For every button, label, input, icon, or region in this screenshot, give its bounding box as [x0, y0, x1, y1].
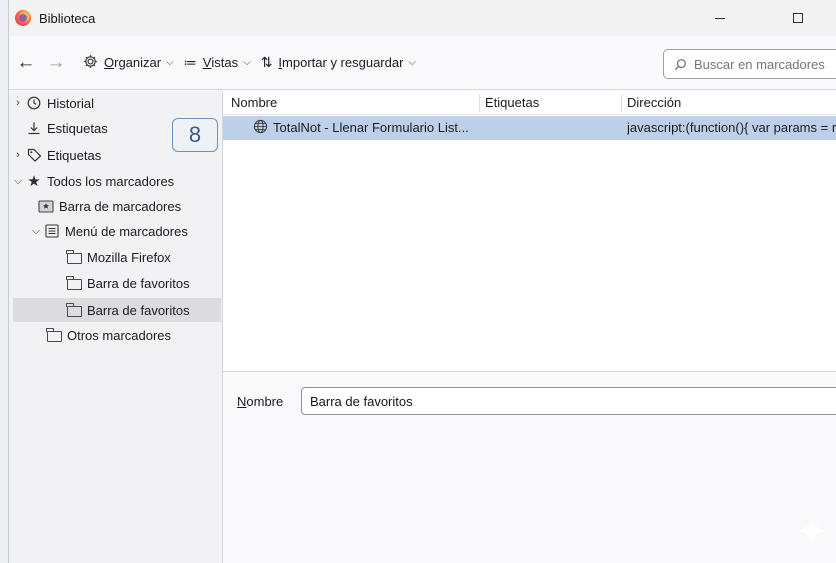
bookmark-name-cell: TotalNot - Llenar Formulario List... — [273, 120, 469, 135]
chevron-down-icon[interactable]: ⌵ — [11, 175, 25, 188]
sidebar-item-label: Menú de marcadores — [65, 223, 188, 239]
folder-icon — [45, 327, 63, 342]
organize-label: rganizar — [114, 55, 162, 70]
firefox-logo-icon — [15, 10, 31, 26]
views-label: istas — [211, 55, 239, 70]
sparkle-watermark-icon: ✦ — [795, 510, 829, 554]
step-number-badge: 8 — [172, 118, 218, 152]
name-label-text: ombre — [246, 394, 284, 409]
folder-icon — [65, 302, 83, 317]
import-export-icon: ⇅ — [260, 54, 273, 70]
sidebar-item-bookmarks-toolbar[interactable]: Barra de marcadores — [31, 194, 221, 218]
bookmarks-bar-icon — [37, 199, 55, 213]
chevron-down-icon: ⌵ — [166, 57, 174, 68]
sidebar-item-label: Historial — [47, 95, 94, 111]
views-accel: V — [202, 55, 212, 70]
library-window: Biblioteca ← → Organizar ⌵ ≔ Vistas ⌵ ⇅ … — [8, 0, 836, 563]
sidebar-item-other-bookmarks[interactable]: Otros marcadores — [45, 323, 221, 347]
bookmarks-list: Nombre Etiquetas Dirección TotalNot - Ll… — [223, 91, 836, 371]
minimize-button[interactable] — [697, 0, 743, 36]
import-label: mportar y resguardar — [282, 55, 404, 70]
sidebar-item-label: Barra de marcadores — [59, 198, 182, 214]
sidebar-item-label: Otros marcadores — [67, 327, 172, 343]
sidebar-item-all-bookmarks[interactable]: ⌵ ★ Todos los marcadores — [11, 169, 221, 193]
details-pane: Nombre — [223, 371, 836, 563]
organize-menu-button[interactable]: Organizar ⌵ — [83, 54, 174, 72]
download-icon — [25, 121, 43, 135]
chevron-down-icon: ⌵ — [408, 57, 417, 68]
organize-accel: O — [104, 55, 115, 70]
chevron-right-icon[interactable]: › — [11, 97, 25, 109]
star-icon: ★ — [27, 173, 41, 190]
name-field-label: Nombre — [237, 394, 283, 409]
bookmarks-menu-icon — [43, 224, 61, 238]
sidebar-item-mozilla-firefox[interactable]: Mozilla Firefox — [65, 245, 221, 269]
chevron-right-icon[interactable]: › — [11, 149, 25, 161]
sidebar-item-label: Barra de favoritos — [87, 302, 190, 318]
import-backup-menu-button[interactable]: ⇅ Importar y resguardar ⌵ — [261, 54, 416, 71]
maximize-icon — [793, 13, 803, 23]
list-header: Nombre Etiquetas Dirección — [223, 91, 836, 115]
column-divider[interactable] — [479, 94, 480, 112]
window-title: Biblioteca — [39, 10, 96, 26]
name-field[interactable] — [301, 387, 836, 415]
sidebar-item-label: Etiquetas — [47, 147, 102, 163]
gear-icon — [83, 54, 98, 72]
column-header-address[interactable]: Dirección — [627, 95, 681, 110]
search-input[interactable] — [694, 56, 836, 72]
sidebar-item-favorites-bar[interactable]: Barra de favoritos — [65, 271, 221, 295]
globe-icon — [253, 119, 268, 137]
views-menu-button[interactable]: ≔ Vistas ⌵ — [184, 55, 251, 71]
search-icon — [674, 58, 687, 71]
sidebar-tree: › Historial Estiquetas › Etiquetas ⌵ ★ T… — [9, 91, 223, 563]
folder-icon — [65, 249, 83, 264]
chevron-down-icon: ⌵ — [243, 57, 251, 68]
column-header-tags[interactable]: Etiquetas — [485, 95, 539, 110]
tag-icon — [25, 148, 43, 162]
sidebar-item-label: Barra de favoritos — [87, 275, 190, 291]
sidebar-item-label: Estiquetas — [47, 120, 108, 136]
table-row[interactable]: TotalNot - Llenar Formulario List... jav… — [223, 116, 836, 140]
sidebar-item-favorites-bar-selected[interactable]: Barra de favoritos — [13, 298, 221, 322]
title-bar: Biblioteca — [9, 0, 836, 36]
column-divider[interactable] — [621, 94, 622, 112]
bookmark-address-cell: javascript:(function(){ var params = r — [627, 120, 836, 135]
sidebar-item-label: Mozilla Firefox — [87, 249, 171, 265]
chevron-down-icon[interactable]: ⌵ — [29, 225, 43, 238]
minimize-icon — [715, 17, 725, 19]
toolbar: ← → Organizar ⌵ ≔ Vistas ⌵ ⇅ Importar y … — [9, 36, 836, 90]
column-header-name[interactable]: Nombre — [231, 95, 277, 110]
maximize-button[interactable] — [775, 0, 821, 36]
folder-icon — [65, 275, 83, 290]
forward-arrow-icon[interactable]: → — [43, 52, 69, 74]
sidebar-item-bookmarks-menu[interactable]: ⌵ Menú de marcadores — [29, 219, 221, 243]
sidebar-item-label: Todos los marcadores — [47, 173, 175, 189]
list-view-icon: ≔ — [183, 54, 197, 70]
search-box[interactable] — [663, 49, 836, 79]
clock-icon — [25, 96, 43, 110]
back-arrow-icon[interactable]: ← — [13, 52, 39, 74]
sidebar-item-history[interactable]: › Historial — [11, 91, 221, 115]
name-label-accel: N — [237, 394, 247, 409]
